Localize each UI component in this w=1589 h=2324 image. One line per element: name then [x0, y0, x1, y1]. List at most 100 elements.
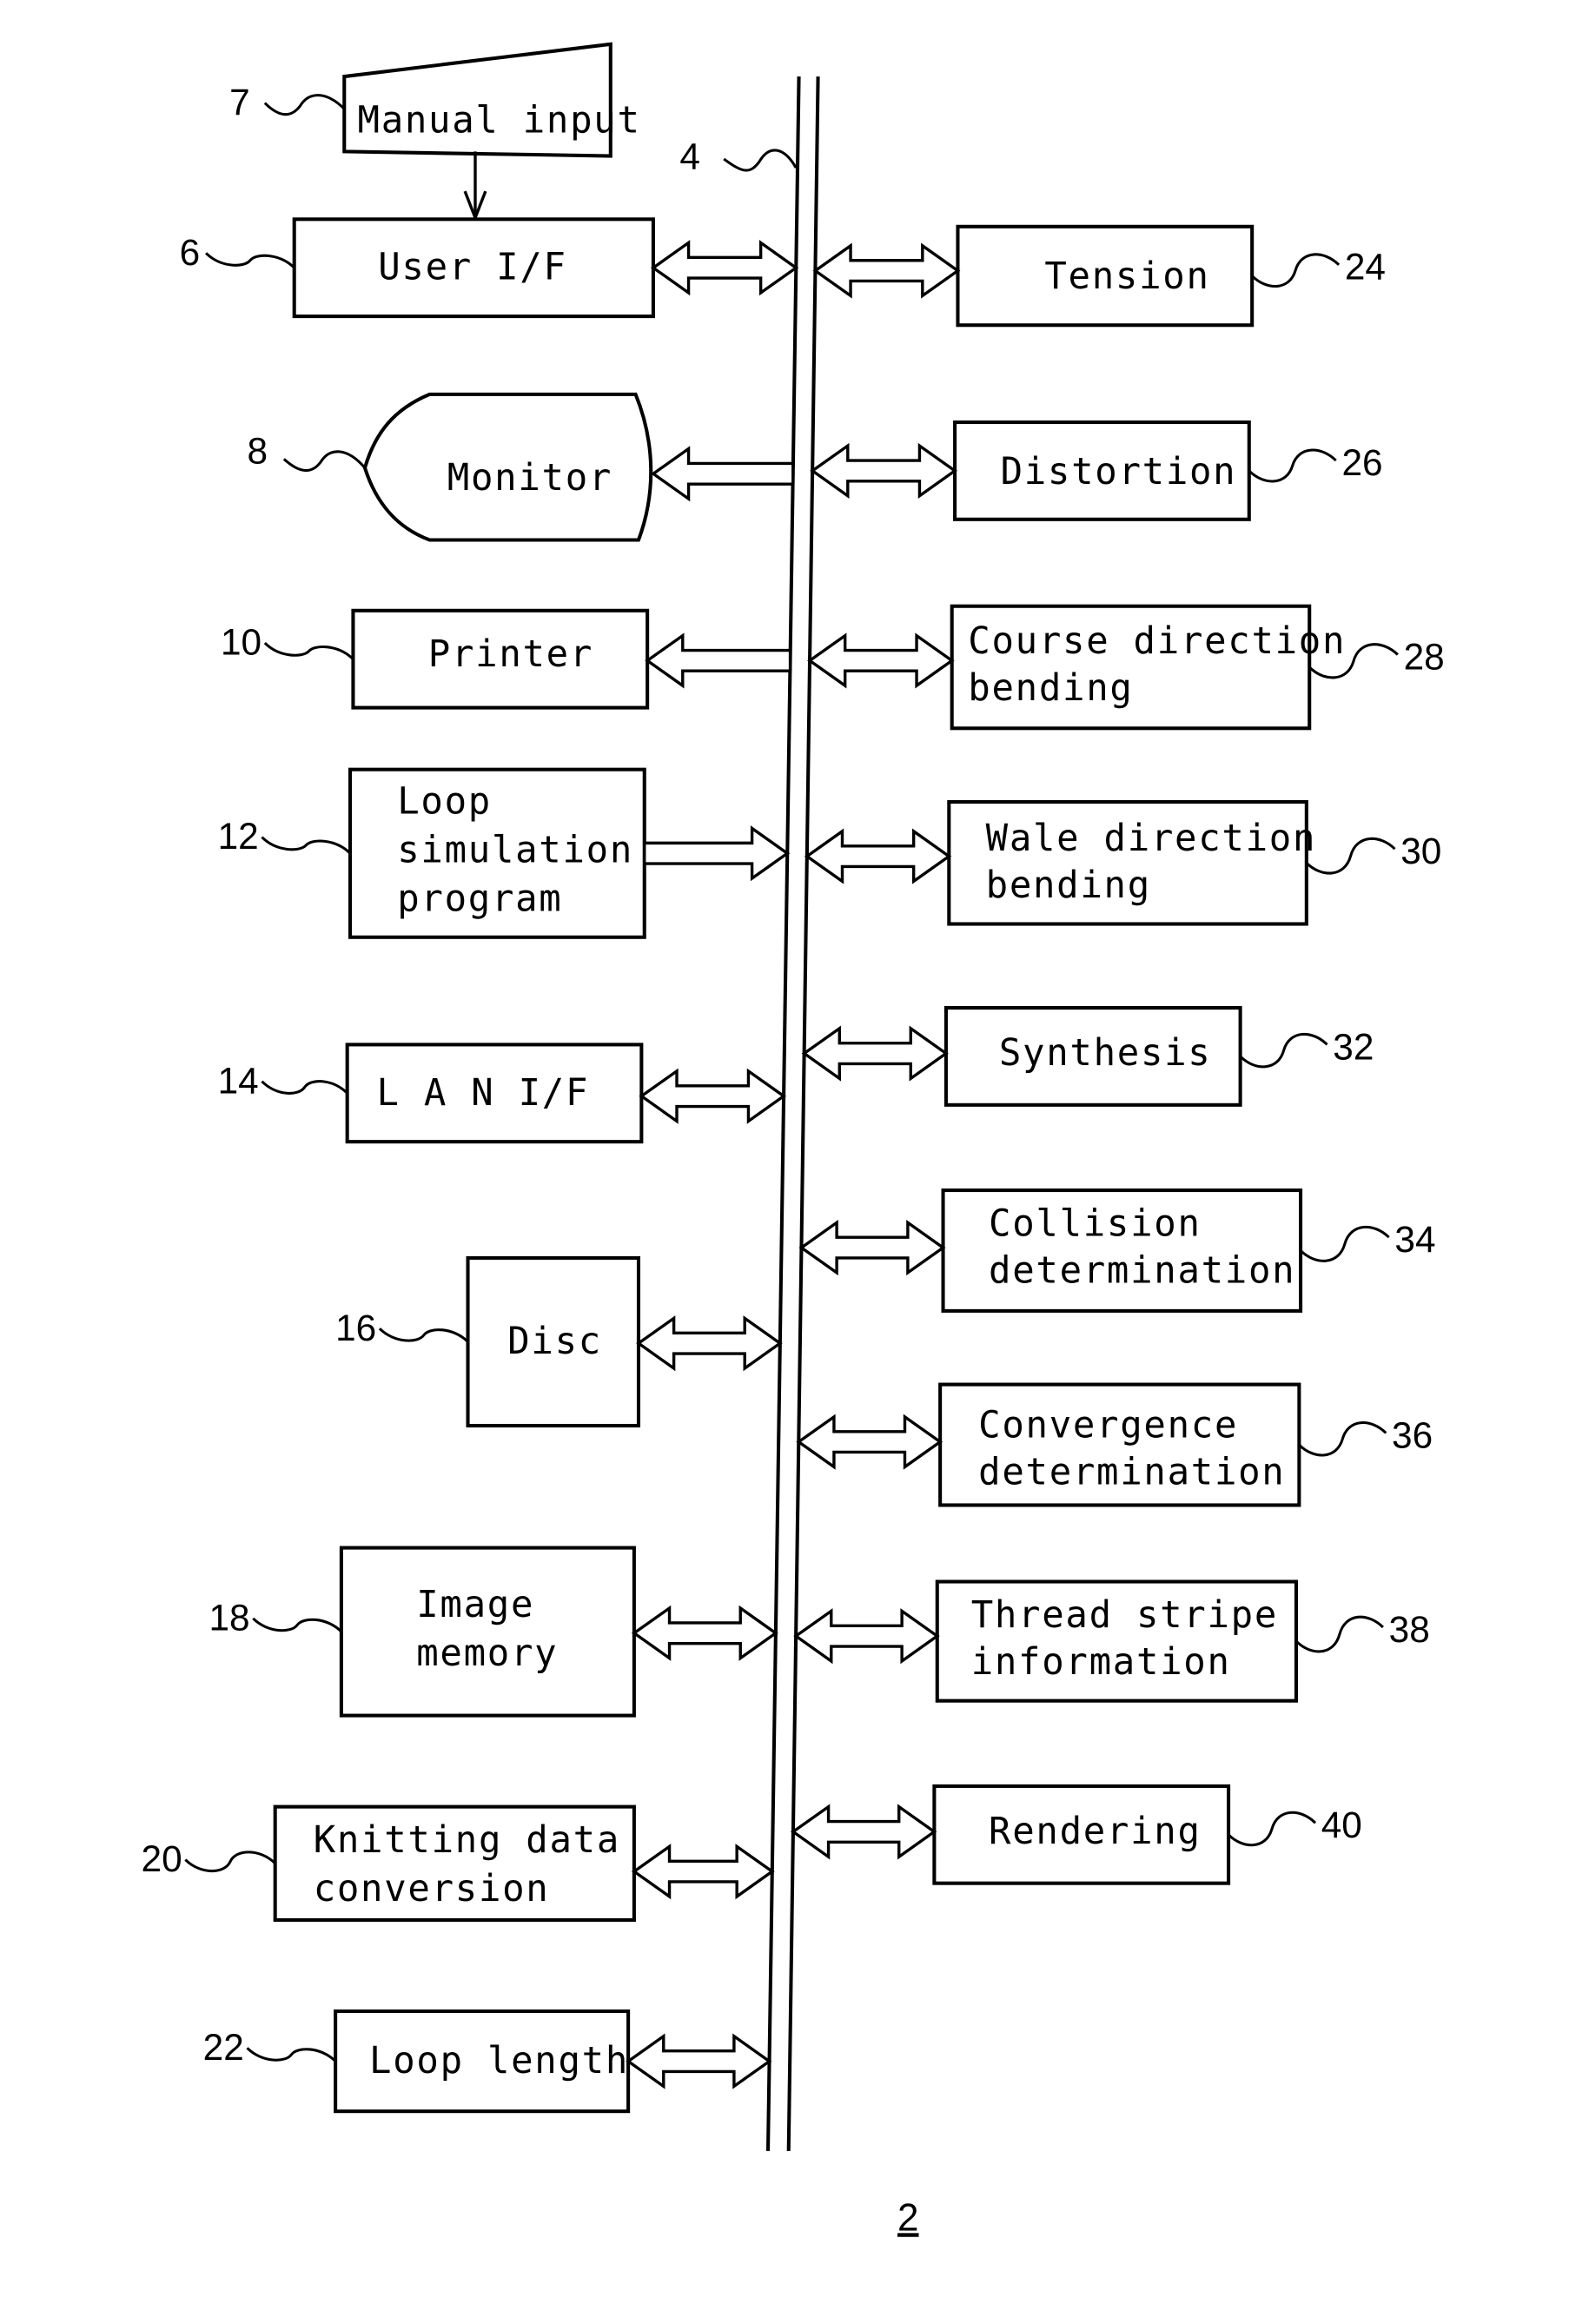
reference-leader: [378, 1328, 469, 1343]
course-direction-bending-bus-arrow: [807, 632, 955, 689]
block-label: Collision: [989, 1202, 1202, 1245]
block-label: conversion: [314, 1867, 550, 1910]
reference-number: 12: [218, 816, 259, 857]
reference-number: 8: [248, 430, 268, 471]
block-user-if: User I/F 6: [180, 217, 655, 319]
block-printer: Printer 10: [221, 608, 650, 710]
reference-number: 28: [1404, 637, 1445, 678]
wale-direction-bending-bus-arrow: [804, 828, 952, 884]
block-label: Thread stripe: [971, 1593, 1278, 1636]
reference-number: 10: [221, 622, 262, 663]
block-monitor: Monitor 8: [248, 392, 653, 542]
reference-leader: [184, 1851, 276, 1873]
lan-if-bus-arrow: [639, 1068, 787, 1124]
block-loop-simulation-program: Loop simulation program 12: [218, 767, 646, 939]
reference-number: 14: [218, 1060, 259, 1101]
image-memory-bus-arrow: [631, 1605, 778, 1661]
printer-bus-arrow: [645, 632, 792, 689]
block-label: Printer: [428, 632, 593, 675]
reference-number: 38: [1389, 1609, 1430, 1650]
reference-number: 32: [1333, 1026, 1374, 1067]
block-rendering: Rendering 40: [932, 1784, 1362, 1885]
reference-number: 18: [209, 1597, 249, 1638]
reference-number: 36: [1392, 1414, 1433, 1455]
reference-leader: [1305, 837, 1396, 875]
block-thread-stripe-information: Thread stripeinformation 38: [935, 1579, 1430, 1703]
block-label: simulation: [397, 828, 633, 871]
convergence-determination-bus-arrow: [796, 1414, 943, 1470]
loop-length-bus-arrow: [626, 2033, 772, 2089]
block-synthesis: Synthesis 32: [943, 1006, 1374, 1107]
reference-number: 26: [1341, 442, 1382, 483]
block-loop-length: Loop length 22: [203, 2009, 631, 2114]
block-label: Loop: [397, 780, 492, 823]
collision-determination-bus-arrow: [798, 1220, 946, 1276]
block-label: determination: [989, 1249, 1295, 1292]
block-label: Wale direction: [986, 817, 1316, 859]
block-label: Monitor: [447, 456, 612, 499]
block-label: User I/F: [378, 246, 566, 288]
block-label: Image: [416, 1583, 534, 1625]
reference-number: 24: [1345, 247, 1386, 288]
block-collision-determination: Collisiondetermination 34: [941, 1188, 1436, 1313]
block-wale-direction-bending: Wale direction bending 30: [947, 799, 1441, 926]
block-label: bending: [986, 864, 1151, 906]
reference-leader: [263, 641, 354, 660]
block-label: program: [397, 877, 562, 919]
reference-leader: [263, 94, 346, 116]
bus-reference-number: 4: [679, 136, 700, 177]
reference-number: 30: [1400, 831, 1441, 871]
block-course-direction-bending: Course directionbending 28: [950, 604, 1445, 731]
block-label: bending: [968, 666, 1133, 709]
block-disc: Disc 16: [335, 1255, 641, 1428]
disc-bus-arrow: [636, 1315, 783, 1372]
reference-number: 6: [180, 232, 201, 273]
reference-number: 16: [335, 1308, 376, 1348]
reference-leader: [246, 2047, 337, 2062]
block-manual-input: Manual input 7: [229, 42, 641, 222]
block-label: Knitting data: [314, 1818, 620, 1861]
reference-number: 40: [1321, 1804, 1362, 1845]
block-label: L A N I/F: [377, 1071, 590, 1114]
distortion-bus-arrow: [810, 442, 958, 499]
block-label: memory: [416, 1632, 558, 1674]
thread-stripe-information-bus-arrow: [793, 1608, 940, 1665]
block-label: Manual input: [358, 98, 641, 141]
reference-leader: [1251, 253, 1341, 288]
block-diagram: 4 Manual input 7 Monitor 8 User I/F 6 Prin…: [142, 42, 1445, 2239]
block-label: Course direction: [968, 619, 1346, 662]
block-label: Tension: [1044, 255, 1209, 297]
reference-number: 20: [142, 1838, 182, 1879]
reference-leader: [261, 836, 352, 855]
reference-number: 34: [1394, 1219, 1435, 1260]
reference-leader: [1298, 1421, 1387, 1457]
monitor-bus-arrow: [650, 446, 795, 502]
reference-leader: [1248, 448, 1337, 483]
block-label: Rendering: [989, 1810, 1202, 1852]
figure-number: 2: [897, 2196, 918, 2239]
block-label: Distortion: [1001, 450, 1237, 493]
reference-number: 22: [203, 2027, 244, 2068]
block-label: information: [971, 1640, 1231, 1683]
user-if-bus-arrow: [650, 240, 799, 296]
bus-leader: [723, 149, 798, 172]
loop-simulation-program-bus-arrow: [643, 825, 791, 882]
block-lan-if: L A N I/F 14: [218, 1043, 644, 1144]
block-convergence-determination: Convergencedetermination 36: [938, 1382, 1433, 1507]
reference-number: 7: [229, 82, 250, 122]
reference-leader: [1227, 1811, 1317, 1847]
block-image-memory: Image memory 18: [209, 1546, 636, 1718]
reference-leader: [1299, 1225, 1390, 1262]
tension-bus-arrow: [812, 242, 961, 299]
block-tension: Tension 24: [956, 224, 1386, 328]
block-label: Synthesis: [999, 1031, 1212, 1074]
rendering-bus-arrow: [790, 1804, 937, 1860]
reference-leader: [282, 450, 367, 473]
reference-leader: [1239, 1032, 1328, 1069]
block-label: Disc: [507, 1320, 602, 1362]
block-label: determination: [978, 1451, 1285, 1493]
reference-leader: [1294, 1615, 1384, 1653]
block-knitting-data-conversion: Knitting data conversion 20: [142, 1804, 636, 1923]
block-label: Loop length: [369, 2039, 629, 2082]
synthesis-bus-arrow: [801, 1025, 949, 1082]
